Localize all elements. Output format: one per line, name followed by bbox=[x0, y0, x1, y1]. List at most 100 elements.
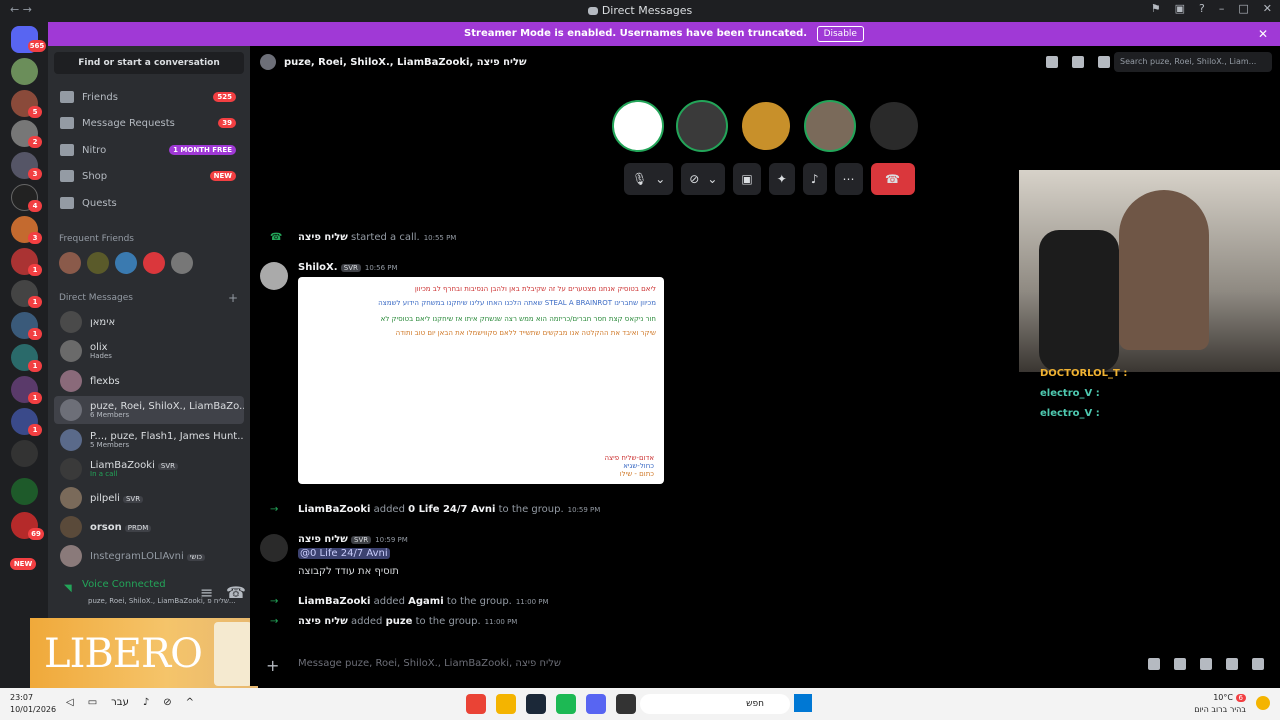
maximize-button[interactable]: □ bbox=[1238, 2, 1248, 15]
frequent-friends-heading: Frequent Friends bbox=[59, 234, 134, 244]
add-dm-icon[interactable]: + bbox=[228, 291, 238, 305]
chrome-icon[interactable] bbox=[466, 694, 486, 714]
share-screen-button[interactable]: ▣ bbox=[733, 163, 761, 195]
taskbar-search[interactable]: חפש bbox=[640, 694, 790, 714]
server-icon[interactable] bbox=[11, 478, 38, 505]
find-conversation-button[interactable]: Find or start a conversation bbox=[54, 52, 244, 74]
dm-item[interactable]: flexbs bbox=[54, 367, 244, 395]
user-mention[interactable]: @0 Life 24/7 Avni bbox=[298, 548, 390, 559]
weather-widget[interactable]: 10°C 6 בהיר ברוב היום bbox=[1194, 692, 1246, 716]
close-icon[interactable]: ✕ bbox=[1258, 22, 1268, 46]
username[interactable]: שליח פיצה bbox=[298, 232, 348, 243]
app-icon[interactable] bbox=[496, 694, 516, 714]
sticker-icon[interactable] bbox=[1200, 658, 1212, 670]
attachment-image[interactable]: ליאם בטוסיק אנחנו מצטערים על זה שקיבלת ב… bbox=[298, 277, 664, 484]
gif-icon[interactable] bbox=[1174, 658, 1186, 670]
nav-shop[interactable]: Shop NEW bbox=[54, 164, 244, 188]
guild-badge: 1 bbox=[28, 328, 42, 340]
dm-item[interactable]: P..., puze, Flash1, James Hunt... 5 Membe… bbox=[54, 426, 244, 454]
avatar[interactable] bbox=[260, 262, 288, 290]
inbox-icon[interactable]: ⚑ bbox=[1151, 2, 1161, 15]
friend-avatar[interactable] bbox=[87, 252, 109, 274]
system-message: LiamBaZooki added 0 Life 24/7 Avni to th… bbox=[298, 504, 600, 515]
apps-icon[interactable] bbox=[1252, 658, 1264, 670]
network-icon[interactable]: ▭ bbox=[88, 697, 97, 708]
nav-label: Nitro bbox=[82, 144, 107, 156]
noise-icon[interactable]: ≡ bbox=[200, 583, 213, 602]
volume-icon[interactable]: ◁ bbox=[66, 697, 74, 708]
windows-start-icon[interactable] bbox=[794, 694, 812, 712]
avatar[interactable] bbox=[260, 534, 288, 562]
image-signatures: אדום-שליח פיצה כחול-שגיא כתום - שילו bbox=[604, 454, 654, 478]
guild-badge: 565 bbox=[28, 40, 46, 52]
pin-icon[interactable] bbox=[1046, 56, 1058, 68]
nav-badge: 39 bbox=[218, 118, 236, 128]
nav-label: Friends bbox=[82, 91, 118, 103]
participant-avatar[interactable] bbox=[804, 100, 856, 152]
clock[interactable]: 23:07 10/01/2026 bbox=[10, 692, 56, 716]
timestamp: 10:59 PM bbox=[567, 506, 601, 514]
leave-call-button[interactable]: ☎ bbox=[870, 163, 915, 195]
username[interactable]: שליח פיצה bbox=[298, 534, 348, 545]
chevron-down-icon[interactable]: ⌄ bbox=[707, 172, 717, 186]
dm-item[interactable]: LiamBaZooki SVR In a call bbox=[54, 455, 244, 483]
add-friends-icon[interactable] bbox=[1072, 56, 1084, 68]
friend-avatar[interactable] bbox=[59, 252, 81, 274]
chevron-up-icon[interactable]: ^ bbox=[186, 697, 194, 708]
help-icon[interactable]: ? bbox=[1199, 2, 1205, 15]
participant-avatar[interactable] bbox=[676, 100, 728, 152]
spotify-icon[interactable] bbox=[556, 694, 576, 714]
friend-avatar[interactable] bbox=[171, 252, 193, 274]
members-icon[interactable] bbox=[1098, 56, 1110, 68]
nav-quests[interactable]: Quests bbox=[54, 191, 244, 215]
dm-item-active[interactable]: puze, Roei, ShiloX., LiamBaZo... 6 Member… bbox=[54, 396, 244, 424]
avatar bbox=[60, 516, 82, 538]
attach-icon[interactable]: + bbox=[266, 656, 279, 675]
disconnect-icon[interactable]: ☎ bbox=[226, 583, 246, 602]
emoji-icon[interactable] bbox=[1226, 658, 1238, 670]
username[interactable]: Agami bbox=[408, 596, 444, 607]
friend-avatar[interactable] bbox=[143, 252, 165, 274]
friend-avatar[interactable] bbox=[115, 252, 137, 274]
minimize-button[interactable]: – bbox=[1219, 2, 1225, 15]
dm-item[interactable]: orson PRDM bbox=[54, 513, 244, 541]
participant-avatar[interactable] bbox=[740, 100, 792, 152]
server-icon[interactable] bbox=[11, 58, 38, 85]
activities-button[interactable]: ✦ bbox=[768, 163, 795, 195]
time: 23:07 bbox=[10, 693, 34, 702]
mute-button[interactable]: 🎙 ⌄ bbox=[624, 163, 674, 195]
language-indicator[interactable]: עבר bbox=[111, 697, 129, 708]
dm-item[interactable]: olix Hades bbox=[54, 337, 244, 365]
username[interactable]: LiamBaZooki bbox=[298, 596, 370, 607]
username[interactable]: LiamBaZooki bbox=[298, 504, 370, 515]
username[interactable]: שליח פיצה bbox=[298, 616, 348, 627]
app-icon[interactable] bbox=[616, 694, 636, 714]
dm-item[interactable]: InstegramLOLIAvni כושי bbox=[54, 542, 244, 570]
camera-button[interactable]: ⊘ ⌄ bbox=[681, 163, 726, 195]
close-button[interactable]: ✕ bbox=[1263, 2, 1272, 15]
dm-item[interactable]: pilpeli SVR bbox=[54, 484, 244, 512]
discord-icon[interactable] bbox=[586, 694, 606, 714]
nav-nitro[interactable]: Nitro 1 MONTH FREE bbox=[54, 138, 244, 162]
chevron-down-icon[interactable]: ⌄ bbox=[655, 172, 665, 186]
soundboard-button[interactable]: ♪ bbox=[802, 163, 827, 195]
nav-message-requests[interactable]: Message Requests 39 bbox=[54, 111, 244, 135]
username[interactable]: ShiloX. bbox=[298, 262, 338, 273]
nav-friends[interactable]: Friends 525 bbox=[54, 85, 244, 109]
search-input[interactable]: Search puze, Roei, ShiloX., Liam... bbox=[1114, 52, 1272, 72]
gift-icon[interactable] bbox=[1148, 658, 1160, 670]
participant-avatar[interactable] bbox=[868, 100, 920, 152]
screen-icon[interactable]: ▣ bbox=[1175, 2, 1185, 15]
message-input[interactable]: Message puze, Roei, ShiloX., LiamBaZooki… bbox=[298, 658, 561, 669]
server-icon[interactable] bbox=[11, 440, 38, 467]
participant-avatar[interactable] bbox=[612, 100, 664, 152]
mic-icon[interactable]: ♪ bbox=[143, 697, 149, 708]
username[interactable]: 0 Life 24/7 Avni bbox=[408, 504, 495, 515]
location-icon[interactable]: ⊘ bbox=[163, 697, 171, 708]
username[interactable]: puze bbox=[386, 616, 413, 627]
disable-button[interactable]: Disable bbox=[816, 26, 864, 42]
server-tag: PRDM bbox=[124, 524, 152, 533]
more-button[interactable]: ⋯ bbox=[834, 163, 863, 195]
dm-item[interactable]: אימאן bbox=[54, 308, 244, 336]
steam-icon[interactable] bbox=[526, 694, 546, 714]
